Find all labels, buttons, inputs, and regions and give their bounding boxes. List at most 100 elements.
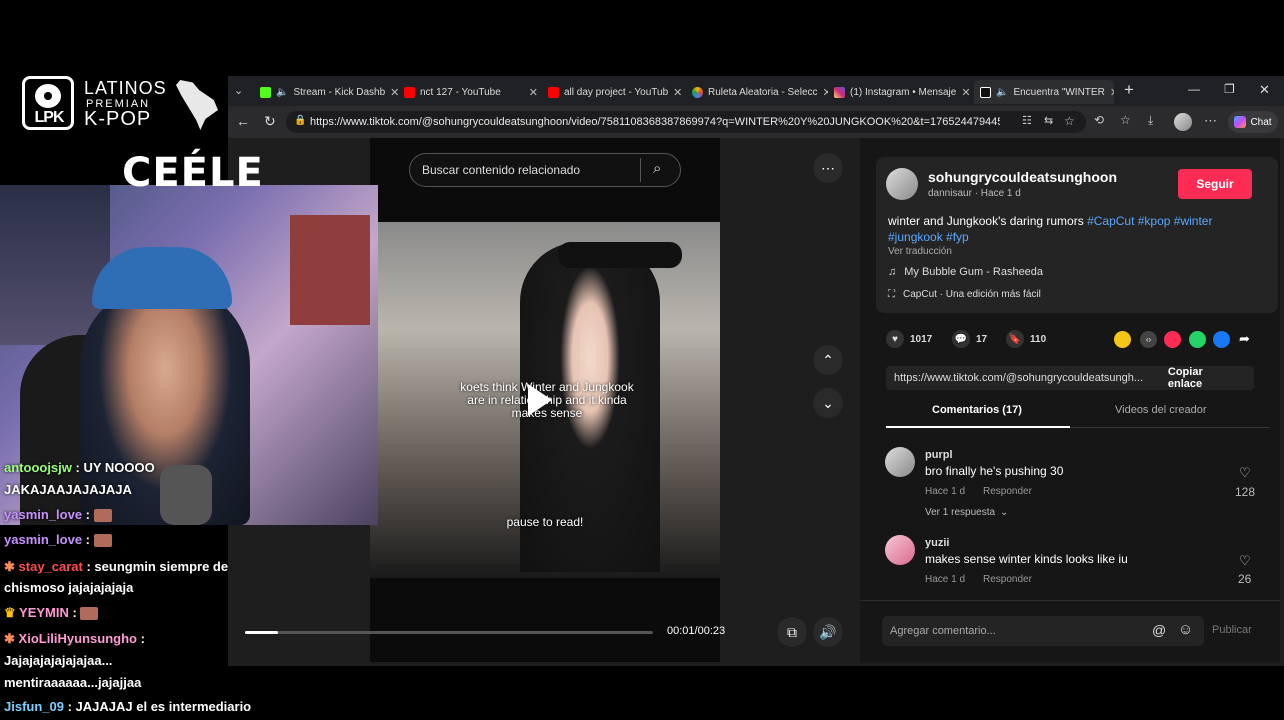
chat-username: Jisfun_09 <box>4 699 64 714</box>
comment-heart-icon[interactable]: ♡ <box>1239 553 1251 569</box>
commenter-avatar[interactable] <box>885 535 915 565</box>
view-replies-label: Ver 1 respuesta <box>925 507 996 518</box>
chat-text: : <box>85 507 91 522</box>
video-progress-bar[interactable] <box>245 631 653 634</box>
save-stat[interactable]: 🔖 110 <box>1006 330 1046 348</box>
chat-message: yasmin_love : <box>4 507 112 523</box>
extension-icon[interactable]: ⟲ <box>1094 113 1104 127</box>
chat-username: stay_carat <box>18 559 83 574</box>
tab-label: (1) Instagram • Mensaje <box>850 86 957 98</box>
close-icon[interactable]: ✕ <box>529 86 542 99</box>
tab-kick[interactable]: 🔈 Stream - Kick Dashb ✕ <box>260 80 398 104</box>
wall-poster <box>290 215 370 325</box>
close-icon[interactable]: ✕ <box>1110 86 1114 99</box>
tab-ruleta[interactable]: Ruleta Aleatoria - Selecc ✕ <box>692 80 828 104</box>
capcut-row[interactable]: ⛶ CapCut · Una edición más fácil <box>888 289 1041 300</box>
tab-tiktok-active[interactable]: 🔈 Encuentra "WINTER ✕ <box>974 80 1114 104</box>
reader-icon[interactable]: ☷ <box>1022 114 1032 127</box>
youtube-icon <box>548 86 559 98</box>
hashtags[interactable]: #jungkook #fyp <box>888 230 969 244</box>
emote-icon <box>93 534 112 548</box>
tab-creator-videos[interactable]: Videos del creador <box>1115 404 1207 416</box>
profile-avatar[interactable] <box>1174 113 1192 131</box>
copilot-icon <box>1234 116 1247 128</box>
tab-list-chevron-icon[interactable]: ⌄ <box>234 84 243 97</box>
reload-icon[interactable]: ↻ <box>264 113 276 130</box>
add-comment-input[interactable]: Agregar comentario... @ ☺ <box>882 616 1204 646</box>
tab-youtube-allday[interactable]: all day project - YouTub ✕ <box>548 80 684 104</box>
comment-time: Hace 1 d <box>925 574 966 585</box>
volume-icon[interactable]: 🔊 <box>813 617 843 647</box>
close-icon[interactable]: ✕ <box>823 86 828 99</box>
commenter-avatar[interactable] <box>885 447 915 477</box>
kick-icon <box>260 86 271 98</box>
tiktok-icon <box>980 86 991 98</box>
comment-heart-icon[interactable]: ♡ <box>1239 465 1251 481</box>
follow-button[interactable]: Seguir <box>1178 169 1252 199</box>
play-icon[interactable] <box>528 384 552 416</box>
tab-label: Encuentra "WINTER <box>1013 86 1105 98</box>
new-tab-button[interactable]: + <box>1124 80 1134 100</box>
copilot-chat-button[interactable]: Chat <box>1228 111 1278 133</box>
previous-video-icon[interactable]: ⌃ <box>813 345 843 375</box>
composer-divider <box>860 600 1280 601</box>
friends-share-icon[interactable] <box>1114 331 1131 348</box>
search-icon[interactable]: ⌕ <box>653 160 661 177</box>
chat-text: : seungmin siempre de <box>86 559 229 574</box>
tab-youtube-nct[interactable]: nct 127 - YouTube ✕ <box>404 80 542 104</box>
latin-america-map-icon <box>176 80 218 130</box>
minimize-icon[interactable]: — <box>1188 82 1200 96</box>
comment-username[interactable]: yuzii <box>925 537 949 549</box>
publish-button[interactable]: Publicar <box>1212 624 1252 636</box>
translate-icon[interactable]: ⇆ <box>1044 114 1053 127</box>
more-menu-icon[interactable]: ⋯ <box>1204 113 1217 129</box>
tab-label: Ruleta Aleatoria - Selecc <box>708 86 818 98</box>
url-field[interactable]: 🔒 https://www.tiktok.com/@sohungrycoulde… <box>286 111 1086 133</box>
embed-icon[interactable]: ‹› <box>1140 331 1157 348</box>
maximize-icon[interactable]: ❐ <box>1224 82 1235 96</box>
chat-username: yasmin_love <box>4 507 83 522</box>
chat-message: ✱ stay_carat : seungmin siempre de <box>4 559 228 575</box>
tab-comments[interactable]: Comentarios (17) <box>932 404 1022 416</box>
close-icon[interactable]: ✕ <box>390 86 398 99</box>
creator-byline: dannisaur · Hace 1 d <box>928 188 1021 199</box>
close-window-icon[interactable]: ✕ <box>1259 82 1270 98</box>
facebook-icon[interactable] <box>1213 331 1230 348</box>
comment-stat[interactable]: 💬 17 <box>952 330 987 348</box>
emoji-icon[interactable]: ☺ <box>1178 621 1193 638</box>
copy-link-button[interactable]: Copiar enlace <box>1154 366 1254 390</box>
tab-instagram[interactable]: (1) Instagram • Mensaje ✕ <box>834 80 970 104</box>
chat-username: yasmin_love <box>4 532 83 547</box>
active-tab-indicator <box>886 426 1070 428</box>
close-icon[interactable]: ✕ <box>673 86 684 99</box>
view-replies-link[interactable]: Ver 1 respuesta ⌄ <box>925 507 1008 518</box>
downloads-icon[interactable]: ⤓ <box>1148 113 1153 128</box>
picture-in-picture-icon[interactable]: ⧉ <box>777 617 807 647</box>
reply-button[interactable]: Responder <box>983 486 1032 497</box>
comment-username[interactable]: purpl <box>925 449 953 461</box>
close-icon[interactable]: ✕ <box>961 86 970 99</box>
share-arrow-icon[interactable]: ➦ <box>1239 331 1250 347</box>
like-count: 1017 <box>910 333 933 345</box>
comment-text: makes sense winter kinds looks like iu <box>925 552 1128 566</box>
send-icon[interactable] <box>1164 331 1181 348</box>
back-icon[interactable]: ← <box>236 113 250 129</box>
creator-avatar[interactable] <box>886 168 918 200</box>
next-video-icon[interactable]: ⌄ <box>813 388 843 418</box>
favorite-star-icon[interactable]: ☆ <box>1064 114 1075 128</box>
emote-icon <box>80 607 99 621</box>
mention-icon[interactable]: @ <box>1152 622 1166 638</box>
reply-button[interactable]: Responder <box>983 574 1032 585</box>
tab-label: all day project - YouTub <box>564 86 669 98</box>
whatsapp-icon[interactable] <box>1189 331 1206 348</box>
instagram-icon <box>834 86 845 98</box>
more-options-icon[interactable]: ⋯ <box>813 153 843 183</box>
tab-label: Stream - Kick Dashb <box>293 86 386 98</box>
hashtags[interactable]: #CapCut #kpop #winter <box>1087 214 1212 228</box>
like-stat[interactable]: ♥ 1017 <box>886 330 932 348</box>
translate-link[interactable]: Ver traducción <box>888 246 952 257</box>
music-row[interactable]: ♫ My Bubble Gum - Rasheeda <box>888 266 1043 278</box>
related-search-input[interactable]: Buscar contenido relacionado ⌕ <box>409 153 681 187</box>
creator-username[interactable]: sohungrycouldeatsunghoon <box>928 169 1117 185</box>
favorites-icon[interactable]: ☆ <box>1120 113 1131 127</box>
